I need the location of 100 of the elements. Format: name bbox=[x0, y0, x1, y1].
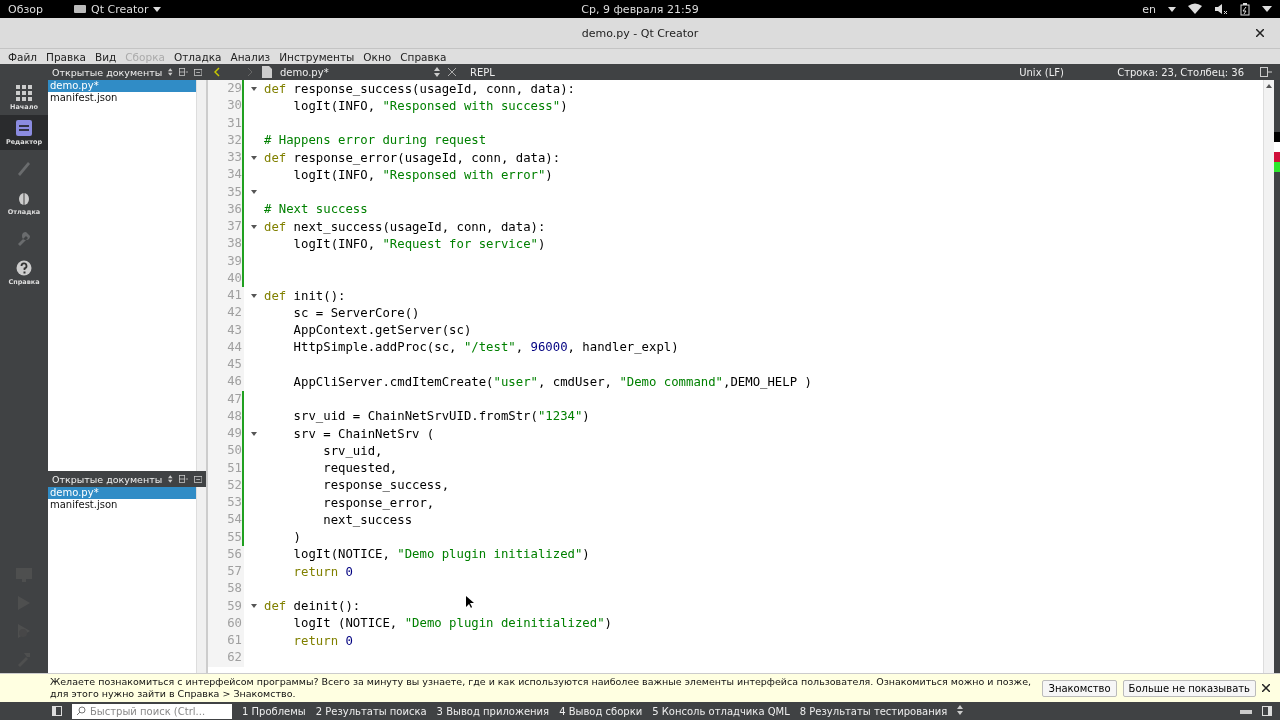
app-menu[interactable]: Qt Creator bbox=[73, 2, 161, 16]
code-line: logIt(INFO, "Responsed with success") bbox=[292, 98, 568, 113]
output-pane-button[interactable]: 2 Результаты поиска bbox=[315, 705, 427, 717]
output-pane-button[interactable]: 8 Результаты тестирования bbox=[799, 705, 948, 717]
close-icon[interactable] bbox=[1262, 684, 1270, 692]
caret-icon[interactable] bbox=[1262, 6, 1272, 12]
scrollbar[interactable] bbox=[196, 80, 206, 471]
panel-title[interactable]: Открытые документы bbox=[52, 66, 163, 78]
menu-item[interactable]: Файл bbox=[8, 50, 37, 63]
scroll-up-icon[interactable] bbox=[1266, 84, 1272, 88]
code-line: ) bbox=[292, 530, 302, 545]
menu-item[interactable]: Инструменты bbox=[279, 50, 355, 63]
document-icon bbox=[16, 119, 32, 136]
code-line: def init(): bbox=[264, 288, 346, 303]
line-number: 29 bbox=[208, 80, 242, 98]
speaker-icon[interactable] bbox=[1214, 3, 1228, 15]
output-pane-button[interactable]: 1 Проблемы bbox=[242, 705, 306, 717]
info-message: Желаете познакомиться с интерфейсом программы? Всего за минуту вы узнаете, где и как используются наиболее важные элементы интерфейса пользователя. Ознакомиться можно и позже, для этого нужно зайти в Справка > Знакомство. bbox=[50, 676, 1033, 700]
activities-button[interactable]: Обзор bbox=[8, 2, 43, 16]
menu-item[interactable]: Вид bbox=[95, 50, 117, 63]
sort-icon[interactable] bbox=[957, 705, 964, 717]
code-line: next_success bbox=[322, 512, 413, 527]
caret-icon[interactable] bbox=[1168, 6, 1176, 12]
output-pane-button[interactable]: 3 Вывод приложения bbox=[436, 705, 550, 717]
close-icon[interactable] bbox=[1256, 29, 1264, 37]
code-line: requested, bbox=[322, 461, 398, 476]
fold-icon[interactable] bbox=[251, 224, 257, 229]
sidebar-toggle-icon[interactable] bbox=[1262, 706, 1272, 716]
cursor-position[interactable]: Строка: 23, Столбец: 36 bbox=[1117, 66, 1244, 78]
line-endings-selector[interactable]: Unix (LF) bbox=[1019, 66, 1110, 78]
wrench-icon bbox=[16, 229, 32, 246]
output-pane-button[interactable]: 4 Вывод сборки bbox=[559, 705, 643, 717]
code-line: def next_success(usageId, conn, data): bbox=[264, 219, 546, 234]
menu-item[interactable]: Правка bbox=[46, 50, 86, 63]
file-item[interactable]: demo.py* bbox=[48, 487, 196, 499]
code-line: def response_success(usageId, conn, data): bbox=[264, 81, 575, 96]
scrollbar[interactable] bbox=[1263, 80, 1274, 673]
sidebar-toggle-icon[interactable] bbox=[52, 706, 62, 716]
fold-icon[interactable] bbox=[251, 86, 257, 91]
battery-icon[interactable] bbox=[1240, 2, 1250, 16]
repl-label[interactable]: REPL bbox=[470, 66, 495, 78]
split-icon[interactable] bbox=[1260, 67, 1272, 77]
line-number: 53 bbox=[208, 494, 242, 512]
code-line: logIt(INFO, "Request for service") bbox=[292, 236, 546, 251]
info-button[interactable]: Больше не показывать bbox=[1122, 679, 1256, 697]
grid-icon bbox=[16, 84, 32, 101]
code-line: response_error, bbox=[322, 495, 435, 510]
fold-icon[interactable] bbox=[251, 604, 257, 609]
quick-search-field[interactable]: Быстрый поиск (Ctrl... bbox=[72, 703, 232, 719]
file-item[interactable]: demo.py* bbox=[48, 80, 196, 92]
clock[interactable]: Ср, 9 февраля 21:59 bbox=[581, 2, 699, 16]
file-icon[interactable] bbox=[262, 66, 272, 78]
line-number: 58 bbox=[208, 580, 242, 598]
line-number: 61 bbox=[208, 632, 242, 650]
line-number: 38 bbox=[208, 235, 242, 253]
line-number: 46 bbox=[208, 373, 242, 391]
info-button[interactable]: Знакомство bbox=[1042, 679, 1117, 697]
code-line: HttpSimple.addProc(sc, "/test", 96000, handler_expl) bbox=[292, 340, 679, 355]
wifi-icon[interactable] bbox=[1188, 3, 1202, 15]
code-line: srv = ChainNetSrv ( bbox=[292, 426, 435, 441]
line-number: 33 bbox=[208, 149, 242, 167]
menu-item[interactable]: Справка bbox=[400, 50, 447, 63]
panel-title[interactable]: Открытые документы bbox=[52, 473, 163, 485]
menu-item[interactable]: Анализ bbox=[230, 50, 271, 63]
line-number: 49 bbox=[208, 425, 242, 443]
code-line: AppContext.getServer(sc) bbox=[292, 323, 472, 338]
output-pane-button[interactable]: 5 Консоль отладчика QML bbox=[652, 705, 790, 717]
close-panel-icon[interactable] bbox=[193, 474, 202, 484]
line-number: 37 bbox=[208, 218, 242, 236]
app-icon bbox=[73, 4, 87, 14]
file-item[interactable]: manifest.json bbox=[48, 92, 196, 104]
sort-icon[interactable] bbox=[168, 67, 173, 77]
fold-icon[interactable] bbox=[251, 190, 257, 195]
line-number: 34 bbox=[208, 166, 242, 184]
file-item[interactable]: manifest.json bbox=[48, 499, 196, 511]
menu-item[interactable]: Отладка bbox=[173, 50, 222, 63]
search-icon bbox=[76, 706, 86, 716]
menu-item[interactable]: Окно bbox=[363, 50, 392, 63]
split-icon[interactable] bbox=[178, 474, 188, 484]
code-line: # Next success bbox=[264, 202, 368, 217]
code-line: logIt (NOTICE, "Demo plugin deinitialized") bbox=[292, 616, 612, 631]
code-line: response_success, bbox=[322, 478, 450, 493]
fold-icon[interactable] bbox=[251, 155, 257, 160]
window-title: demo.py - Qt Creator bbox=[581, 26, 699, 40]
help-icon bbox=[16, 259, 32, 276]
sort-icon[interactable] bbox=[168, 474, 173, 484]
fold-icon[interactable] bbox=[251, 431, 257, 436]
caret-icon[interactable] bbox=[152, 6, 161, 12]
close-panel-icon[interactable] bbox=[193, 67, 202, 77]
code-line: # Happens error during request bbox=[264, 133, 487, 148]
line-number: 42 bbox=[208, 304, 242, 322]
scrollbar[interactable] bbox=[196, 487, 206, 673]
language-indicator[interactable]: en bbox=[1142, 2, 1156, 16]
code-line: return 0 bbox=[292, 633, 353, 648]
fold-icon[interactable] bbox=[251, 293, 257, 298]
code-line: sc = ServerCore() bbox=[292, 305, 420, 320]
file-selector[interactable]: demo.py* bbox=[280, 66, 440, 78]
code-line: logIt(NOTICE, "Demo plugin initialized") bbox=[292, 547, 590, 562]
code-line: logIt(INFO, "Responsed with error") bbox=[292, 167, 553, 182]
split-icon[interactable] bbox=[178, 67, 188, 77]
